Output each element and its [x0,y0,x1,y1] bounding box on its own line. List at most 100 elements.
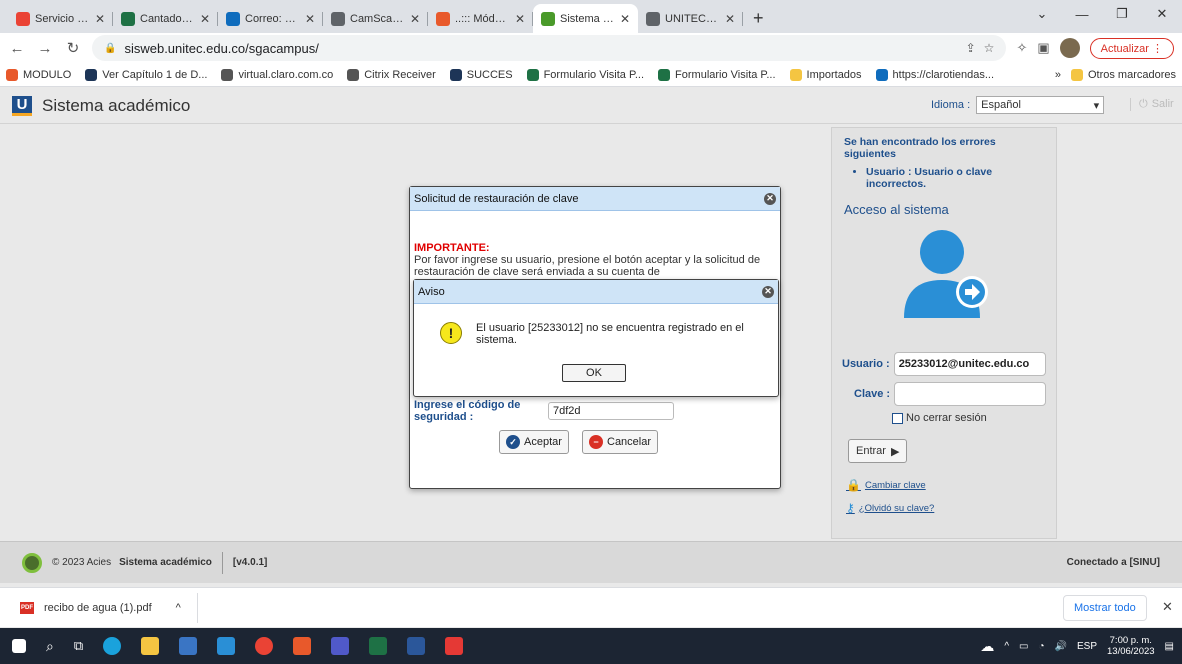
favicon-icon [436,11,450,26]
password-input[interactable] [894,382,1047,406]
security-code-row: Ingrese el código de seguridad : 7df2d [414,399,674,423]
word-icon[interactable] [407,637,426,655]
new-tab-button[interactable]: + [743,4,774,33]
store-icon[interactable] [179,637,198,655]
remember-session[interactable]: No cerrar sesión [892,412,987,424]
remember-checkbox[interactable] [892,412,903,424]
anydesk-icon[interactable] [445,637,464,655]
close-icon[interactable]: ✕ [762,285,774,298]
security-code-input[interactable]: 7df2d [548,402,674,420]
footer-app-name: Sistema académico [119,557,212,568]
browser-tab[interactable]: Servicio de Alerta ✕ [8,4,113,33]
clock[interactable]: 7:00 p. m. 13/06/2023 [1107,635,1155,657]
forgot-password-link[interactable]: ⚷ ¿Olvidó su clave? [846,501,934,515]
forward-icon[interactable]: → [36,40,54,57]
enter-button[interactable]: Entrar ▶ [848,439,908,463]
restore-button[interactable]: ❐ [1102,0,1142,28]
browser-tab[interactable]: Correo: Jenny Ka ✕ [218,4,323,33]
bookmark-favicon-icon [347,68,360,81]
close-window-button[interactable]: ✕ [1142,0,1182,28]
bookmark-favicon-icon [221,68,234,81]
error-title: Se han encontrado los errores siguientes [844,136,996,160]
wifi-icon[interactable]: ◔ [1038,641,1044,652]
chrome-icon[interactable] [255,637,274,655]
security-app-icon[interactable] [293,637,312,655]
bookmark-item[interactable]: Importados [789,68,862,81]
bookmark-label: Importados [806,68,862,81]
close-icon[interactable]: ✕ [725,12,735,26]
volume-icon[interactable]: 🔊 [1055,641,1067,652]
bookmark-item[interactable]: Citrix Receiver [347,68,436,81]
file-explorer-icon[interactable] [141,637,160,655]
bookmark-item[interactable]: SUCCES [449,68,513,81]
mail-icon[interactable] [217,637,236,655]
browser-tab[interactable]: UNITEC || Formul ✕ [638,4,743,33]
close-icon[interactable]: ✕ [764,192,776,205]
favicon-icon [331,11,345,26]
download-item[interactable]: PDF recibo de agua (1).pdf ^ [20,592,198,623]
bookmark-item[interactable]: https://clarotiendas... [875,68,995,81]
url-field[interactable]: 🔒 sisweb.unitec.edu.co/sgacampus/ ⇪ ☆ [92,35,1007,61]
more-bookmarks-icon[interactable]: » [1055,69,1061,81]
ok-button[interactable]: OK [562,364,626,382]
close-icon[interactable]: ✕ [515,12,525,26]
task-view-icon[interactable]: ⧉ [74,638,83,654]
bookmark-item[interactable]: Formulario Visita P... [526,68,644,81]
browser-tab[interactable]: Sistema académ ✕ [533,4,638,33]
close-icon[interactable]: ✕ [95,12,105,26]
battery-icon[interactable]: ▭ [1019,641,1028,652]
tab-search-icon[interactable]: ⌄ [1022,0,1062,28]
clock-date: 13/06/2023 [1107,646,1155,657]
check-icon: ✓ [506,435,520,449]
windows-start-icon[interactable] [12,639,26,653]
reload-icon[interactable]: ↻ [64,39,82,57]
bookmark-item[interactable]: Ver Capítulo 1 de D... [85,68,207,81]
extensions-icon[interactable]: ✧ [1016,40,1027,56]
other-bookmarks-folder[interactable]: Otros marcadores [1070,68,1176,81]
weather-icon[interactable]: ☁ [980,638,994,655]
notification-icon[interactable]: ▤ [1165,641,1174,652]
excel-icon[interactable] [369,637,388,655]
logout-button[interactable]: ⏻ Salir [1130,98,1174,111]
search-icon[interactable]: ⌕ [46,638,54,655]
profile-avatar[interactable] [1059,38,1080,58]
close-icon[interactable]: ✕ [410,12,420,26]
browser-tab[interactable]: ..::: Módulo de G ✕ [428,4,533,33]
browser-tab[interactable]: Cantado Diario A ✕ [113,4,218,33]
back-icon[interactable]: ← [8,40,26,57]
update-button[interactable]: Actualizar ⋮ [1089,37,1174,59]
show-all-button[interactable]: Mostrar todo [1063,595,1147,621]
star-icon[interactable]: ☆ [984,41,995,55]
language-selector: Idioma : Español ▾ [931,96,1105,114]
browser-tab[interactable]: CamScanner 06- ✕ [323,4,428,33]
acies-logo [22,552,42,573]
version: [v4.0.1] [232,557,268,568]
alert-dialog-titlebar: Aviso ✕ [414,280,778,304]
sidepanel-icon[interactable]: ▣ [1037,40,1049,56]
alert-message: El usuario [25233012] no se encuentra re… [476,322,744,346]
close-icon[interactable]: ✕ [305,12,315,26]
bookmark-item[interactable]: MODULO [6,68,71,81]
close-icon[interactable]: ✕ [200,12,210,26]
change-password-link[interactable]: 🔒 Cambiar clave [846,478,926,492]
bookmark-item[interactable]: virtual.claro.com.co [221,68,333,81]
bookmark-label: https://clarotiendas... [892,68,995,81]
close-icon[interactable]: ✕ [620,12,630,26]
address-bar: ← → ↻ 🔒 sisweb.unitec.edu.co/sgacampus/ … [0,33,1182,63]
close-icon[interactable]: ✕ [1162,599,1173,615]
accept-button[interactable]: ✓ Aceptar [499,430,569,454]
folder-icon [1070,68,1083,81]
language-select[interactable]: Español ▾ [976,96,1105,114]
chevron-up-icon[interactable]: ^ [176,602,181,614]
edge-icon[interactable] [103,637,122,655]
chevron-up-icon[interactable]: ^ [1004,641,1009,652]
favicon-icon [16,11,30,26]
user-input[interactable]: 25233012@unitec.edu.co [893,352,1046,376]
bookmark-item[interactable]: Formulario Visita P... [658,68,776,81]
minimize-button[interactable]: — [1062,0,1102,28]
teams-icon[interactable] [331,637,350,655]
bookmark-favicon-icon [85,68,98,81]
share-icon[interactable]: ⇪ [966,41,976,55]
input-language[interactable]: ESP [1077,641,1097,652]
cancel-button[interactable]: − Cancelar [582,430,659,454]
